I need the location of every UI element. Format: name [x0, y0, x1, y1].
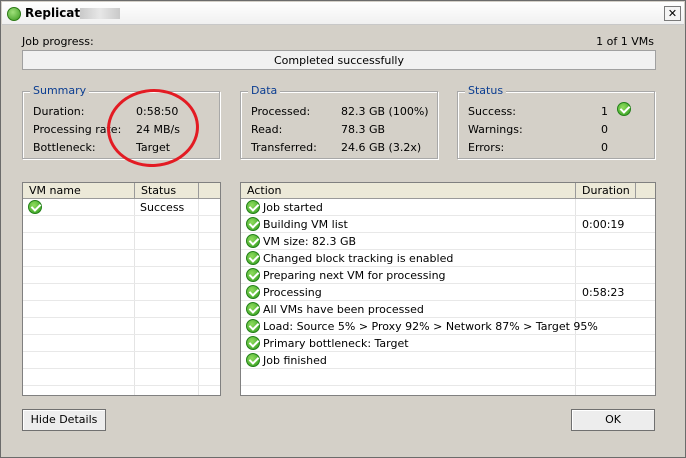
action-log-row[interactable]: All VMs have been processed — [241, 301, 655, 318]
progress-status-text: Completed successfully — [274, 54, 404, 67]
action-log-row[interactable]: Changed block tracking is enabled — [241, 250, 655, 267]
window-title: Replicate — [25, 6, 89, 20]
action-duration-cell: 0:58:23 — [582, 286, 625, 299]
action-success-check-icon — [246, 251, 260, 265]
summary-group-title: Summary — [30, 84, 90, 97]
processed-label: Processed: — [251, 105, 311, 118]
action-log-row[interactable]: Primary bottleneck: Target — [241, 335, 655, 352]
read-label: Read: — [251, 123, 283, 136]
action-log-row[interactable]: Building VM list 0:00:19 — [241, 216, 655, 233]
vm-list-row — [23, 267, 220, 284]
action-text-cell: Job finished — [263, 354, 327, 367]
action-success-check-icon — [246, 200, 260, 214]
vm-list-row — [23, 335, 220, 352]
vm-list-row — [23, 250, 220, 267]
action-log-row[interactable]: Processing 0:58:23 — [241, 284, 655, 301]
success-label: Success: — [468, 105, 516, 118]
action-log-row[interactable]: Preparing next VM for processing — [241, 267, 655, 284]
transferred-value: 24.6 GB (3.2x) — [341, 141, 422, 154]
action-log-row — [241, 369, 655, 386]
vm-list-row — [23, 318, 220, 335]
vm-list-row — [23, 301, 220, 318]
bottleneck-label: Bottleneck: — [33, 141, 96, 154]
action-success-check-icon — [246, 234, 260, 248]
data-group-title: Data — [248, 84, 281, 97]
action-text-cell: VM size: 82.3 GB — [263, 235, 357, 248]
vm-list-row — [23, 216, 220, 233]
vm-list[interactable]: VM name Status Success — [22, 182, 221, 396]
vm-list-header: VM name Status — [23, 183, 220, 199]
vm-list-row — [23, 352, 220, 369]
success-value: 1 — [601, 105, 608, 118]
action-success-check-icon — [246, 285, 260, 299]
data-group: Data Processed: 82.3 GB (100%) Read: 78.… — [240, 84, 438, 159]
redacted-title-text — [80, 8, 120, 19]
status-group-title: Status — [465, 84, 507, 97]
action-success-check-icon — [246, 319, 260, 333]
action-text-cell: Job started — [263, 201, 323, 214]
vm-list-row — [23, 369, 220, 386]
hide-details-button[interactable]: Hide Details — [22, 409, 106, 431]
warnings-value: 0 — [601, 123, 608, 136]
job-progress-label: Job progress: — [22, 35, 94, 48]
action-success-check-icon — [246, 336, 260, 350]
action-text-cell: Load: Source 5% > Proxy 92% > Network 87… — [263, 320, 598, 333]
errors-label: Errors: — [468, 141, 505, 154]
veeam-app-icon — [7, 7, 21, 21]
action-text-cell: Building VM list — [263, 218, 348, 231]
col-action[interactable]: Action — [241, 183, 576, 199]
vm-list-row — [23, 284, 220, 301]
action-success-check-icon — [246, 302, 260, 316]
action-list-header: Action Duration — [241, 183, 655, 199]
action-log-row[interactable]: Job finished — [241, 352, 655, 369]
vm-list-row — [23, 233, 220, 250]
col-duration[interactable]: Duration — [576, 183, 636, 199]
action-log-row[interactable]: VM size: 82.3 GB — [241, 233, 655, 250]
duration-label: Duration: — [33, 105, 85, 118]
warnings-label: Warnings: — [468, 123, 523, 136]
action-log-row[interactable]: Job started — [241, 199, 655, 216]
vm-list-row[interactable]: Success — [23, 199, 220, 216]
col-status[interactable]: Status — [135, 183, 199, 199]
processed-value: 82.3 GB (100%) — [341, 105, 429, 118]
transferred-label: Transferred: — [251, 141, 317, 154]
action-text-cell: Changed block tracking is enabled — [263, 252, 454, 265]
action-text-cell: Processing — [263, 286, 322, 299]
action-text-cell: Preparing next VM for processing — [263, 269, 446, 282]
vm-success-check-icon — [28, 200, 42, 214]
col-vm-name[interactable]: VM name — [23, 183, 135, 199]
action-success-check-icon — [246, 268, 260, 282]
errors-value: 0 — [601, 141, 608, 154]
action-log-row[interactable]: Load: Source 5% > Proxy 92% > Network 87… — [241, 318, 655, 335]
title-bar[interactable]: Replicate ✕ — [2, 2, 684, 25]
vm-status-cell: Success — [140, 201, 185, 214]
status-group: Status Success: 1 Warnings: 0 Errors: 0 — [457, 84, 655, 159]
read-value: 78.3 GB — [341, 123, 386, 136]
action-success-check-icon — [246, 217, 260, 231]
close-button[interactable]: ✕ — [664, 6, 681, 21]
job-progress-bar: Completed successfully — [22, 50, 656, 70]
replicate-dialog: Replicate ✕ Job progress: 1 of 1 VMs Com… — [0, 0, 686, 458]
action-text-cell: Primary bottleneck: Target — [263, 337, 409, 350]
action-duration-cell: 0:00:19 — [582, 218, 625, 231]
action-success-check-icon — [246, 353, 260, 367]
action-log-list[interactable]: Action Duration Job started Building VM l… — [240, 182, 656, 396]
ok-button[interactable]: OK — [571, 409, 655, 431]
action-text-cell: All VMs have been processed — [263, 303, 424, 316]
job-progress-count: 1 of 1 VMs — [596, 35, 654, 48]
success-check-icon — [617, 102, 631, 116]
